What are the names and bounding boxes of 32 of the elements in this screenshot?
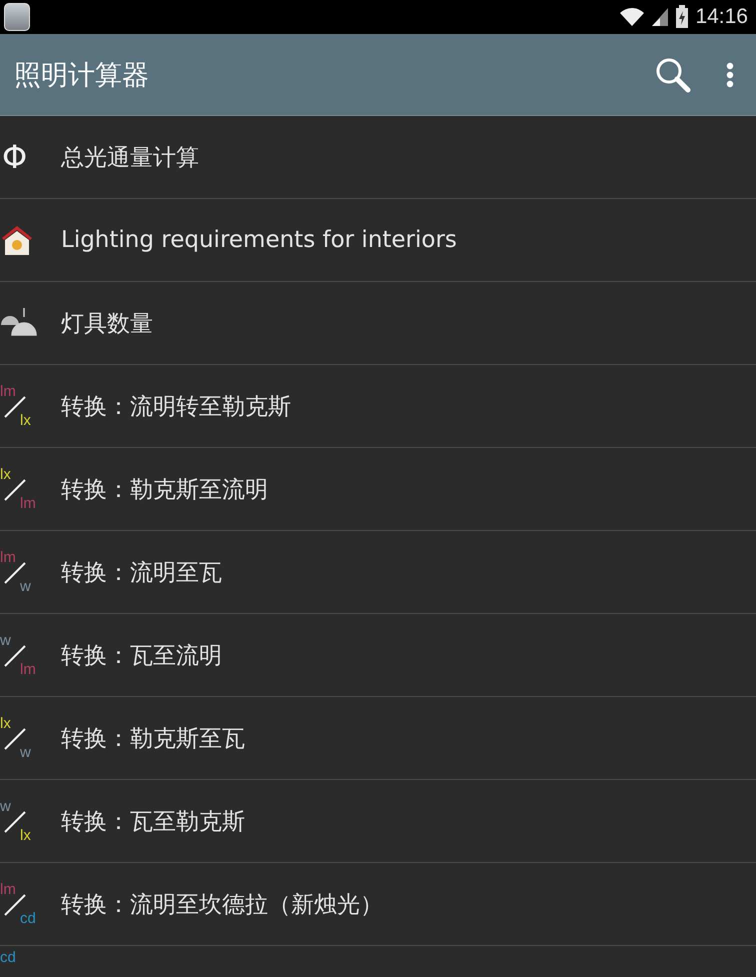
item-label: 转换：流明至坎德拉（新烛光）	[61, 890, 383, 920]
item-label: 转换：瓦至勒克斯	[61, 808, 245, 836]
item-label: 转换：勒克斯至瓦	[61, 724, 245, 754]
item-label: 转换：流明转至勒克斯	[61, 392, 291, 422]
app-notification-icon	[4, 3, 30, 31]
list-item[interactable]: Φ 总光通量计算	[0, 116, 756, 199]
item-label: 总光通量计算	[61, 144, 199, 172]
app-title: 照明计算器	[14, 58, 150, 92]
list-item[interactable]: lm lx 转换：流明转至勒克斯	[0, 365, 756, 448]
item-label: 转换：流明至瓦	[61, 558, 222, 588]
list-item[interactable]: lx lm 转换：勒克斯至流明	[0, 448, 756, 531]
list-item[interactable]: Lighting requirements for interiors	[0, 199, 756, 282]
unit-conversion-icon: cd	[0, 950, 40, 970]
item-label: 转换：勒克斯至流明	[61, 476, 268, 504]
clock-time: 14:16	[695, 5, 748, 29]
list-item[interactable]: w lx 转换：瓦至勒克斯	[0, 780, 756, 863]
signal-icon	[651, 7, 670, 27]
battery-icon	[675, 5, 690, 29]
phi-symbol-icon: Φ	[2, 141, 28, 173]
search-icon[interactable]	[654, 56, 692, 94]
list-item[interactable]: lm w 转换：流明至瓦	[0, 531, 756, 614]
list-item[interactable]: lm cd 转换：流明至坎德拉（新烛光）	[0, 863, 756, 946]
item-label: 转换：瓦至流明	[61, 642, 222, 670]
list-item[interactable]: lx w 转换：勒克斯至瓦	[0, 697, 756, 780]
house-icon	[0, 224, 34, 256]
item-label: 灯具数量	[61, 310, 153, 338]
wifi-icon	[619, 7, 646, 27]
item-label: Lighting requirements for interiors	[61, 227, 457, 253]
overflow-menu-icon[interactable]	[726, 62, 734, 88]
list-item[interactable]: w lm 转换：瓦至流明	[0, 614, 756, 697]
list-item[interactable]: 灯具数量	[0, 282, 756, 365]
list-item[interactable]: cd	[0, 946, 756, 977]
